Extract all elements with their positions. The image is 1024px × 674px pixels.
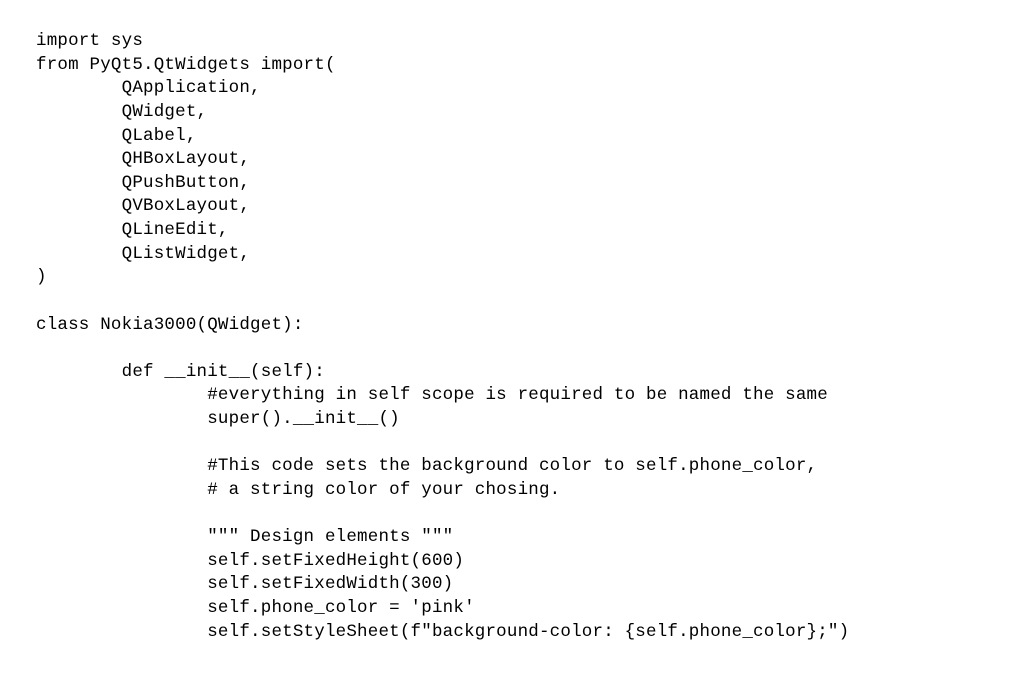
code-block: import sys from PyQt5.QtWidgets import( … — [36, 30, 988, 644]
